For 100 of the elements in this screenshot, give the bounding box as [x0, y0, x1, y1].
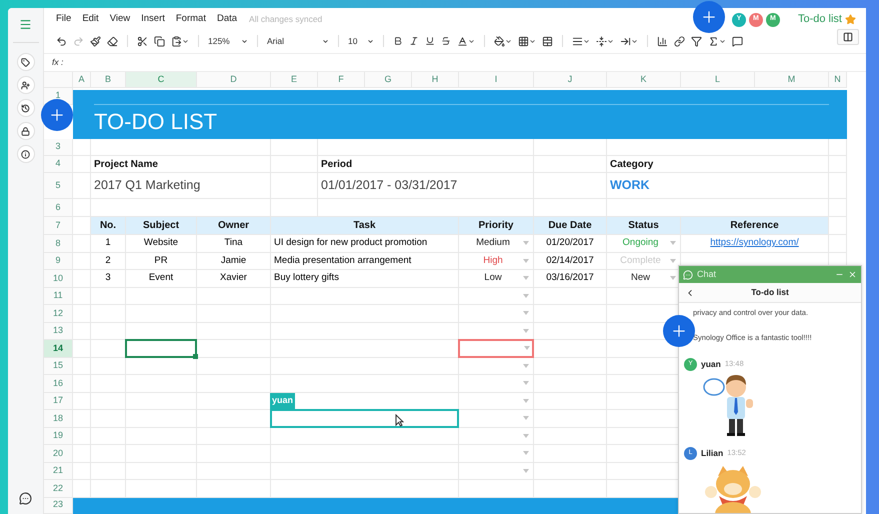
column-header[interactable]: I: [459, 72, 534, 88]
history-button[interactable]: [16, 99, 34, 117]
info-icon[interactable]: [21, 150, 30, 158]
menu-item[interactable]: Insert: [141, 12, 165, 27]
sheet-title: TO-DO LIST: [94, 109, 218, 135]
cut-icon[interactable]: [137, 36, 148, 46]
menu-icon[interactable]: [19, 18, 32, 31]
panel-toggle-button[interactable]: [837, 29, 859, 45]
row-number[interactable]: 3: [44, 139, 73, 156]
panel-icon[interactable]: [843, 32, 853, 42]
column-header[interactable]: L: [681, 72, 755, 88]
row-number[interactable]: 20: [44, 445, 73, 462]
font-size-dropdown[interactable]: 10: [348, 34, 374, 48]
font-dropdown[interactable]: Arial: [267, 34, 329, 48]
column-header[interactable]: G: [365, 72, 412, 88]
close-icon[interactable]: [848, 270, 857, 279]
caret-icon[interactable]: [322, 38, 329, 44]
caret-icon[interactable]: [529, 38, 536, 44]
lock-icon[interactable]: [21, 126, 30, 136]
table-cell: Xavier: [197, 270, 271, 288]
user-add-button[interactable]: [16, 76, 34, 94]
caret-icon[interactable]: [367, 38, 374, 44]
row-number[interactable]: 23: [44, 498, 73, 514]
borders-icon[interactable]: [518, 36, 529, 46]
row-number[interactable]: 18: [44, 410, 73, 428]
column-header[interactable]: H: [412, 72, 459, 88]
row-number[interactable]: 22: [44, 480, 73, 498]
chart-icon[interactable]: [657, 36, 668, 46]
chat-icon[interactable]: [19, 492, 32, 505]
column-header[interactable]: F: [318, 72, 365, 88]
column-header[interactable]: M: [755, 72, 829, 88]
collaborator-tag: yuan: [270, 393, 296, 409]
menu-item[interactable]: Edit: [82, 12, 99, 27]
fill-color-icon[interactable]: [494, 36, 505, 46]
caret-icon[interactable]: [182, 38, 189, 44]
row-number[interactable]: 10: [44, 270, 73, 288]
history-icon[interactable]: [21, 104, 30, 112]
menu-item[interactable]: View: [110, 12, 130, 27]
row-number[interactable]: 15: [44, 358, 73, 375]
row-number[interactable]: 19: [44, 428, 73, 445]
row-number[interactable]: 6: [44, 199, 73, 217]
text-wrap-icon[interactable]: [620, 36, 631, 46]
row-number[interactable]: 7: [44, 217, 73, 235]
column-header[interactable]: C: [126, 72, 197, 88]
column-header[interactable]: D: [197, 72, 271, 88]
priority-value: High: [482, 254, 504, 268]
paint-format-icon[interactable]: [90, 36, 101, 46]
row-number[interactable]: 17: [44, 392, 73, 410]
caret-icon[interactable]: [505, 38, 512, 44]
caret-icon[interactable]: [631, 38, 638, 44]
link-icon[interactable]: [674, 36, 685, 46]
undo-icon[interactable]: [56, 36, 67, 46]
eraser-icon[interactable]: [107, 36, 118, 46]
row-number[interactable]: 13: [44, 322, 73, 340]
copy-icon[interactable]: [154, 36, 165, 46]
row-number[interactable]: 11: [44, 288, 73, 305]
row-number[interactable]: 8: [44, 235, 73, 252]
column-header[interactable]: E: [271, 72, 318, 88]
menu-item[interactable]: Format: [176, 12, 206, 27]
column-header[interactable]: B: [91, 72, 126, 88]
caret-icon[interactable]: [241, 38, 248, 44]
row-number[interactable]: 14: [44, 340, 73, 358]
row-number[interactable]: 12: [44, 305, 73, 322]
vertical-align-icon[interactable]: [596, 36, 607, 46]
zoom-dropdown[interactable]: 125%: [208, 34, 248, 48]
tag-button[interactable]: [16, 53, 34, 71]
paste-icon[interactable]: [171, 36, 182, 46]
caret-icon[interactable]: [607, 38, 614, 44]
align-icon[interactable]: [572, 36, 583, 46]
corner-cell[interactable]: [44, 72, 73, 88]
add-button[interactable]: [693, 1, 725, 33]
column-header[interactable]: N: [829, 72, 847, 88]
row-number[interactable]: 4: [44, 156, 73, 173]
merge-cells-icon[interactable]: [542, 36, 553, 46]
comment-icon[interactable]: [732, 36, 743, 46]
underline-icon[interactable]: [425, 36, 435, 46]
row-number[interactable]: 9: [44, 252, 73, 270]
menu-item[interactable]: File: [56, 12, 72, 27]
caret-icon[interactable]: [583, 38, 590, 44]
lock-button[interactable]: [16, 122, 34, 140]
tag-icon[interactable]: [21, 58, 30, 66]
text-color-icon[interactable]: [457, 36, 468, 46]
bold-icon[interactable]: [393, 36, 403, 46]
strikethrough-icon[interactable]: [441, 36, 451, 46]
user-add-icon[interactable]: [21, 80, 30, 90]
info-button[interactable]: [16, 145, 34, 163]
row-number[interactable]: 16: [44, 375, 73, 392]
filter-icon[interactable]: [691, 36, 702, 46]
column-header[interactable]: J: [534, 72, 607, 88]
column-header[interactable]: K: [607, 72, 681, 88]
column-header[interactable]: A: [73, 72, 91, 88]
row-number[interactable]: 5: [44, 173, 73, 199]
reference-link[interactable]: https://synology.com/: [710, 236, 799, 250]
star-icon[interactable]: [845, 14, 856, 25]
menu-item[interactable]: Data: [216, 12, 238, 27]
sum-icon[interactable]: [708, 36, 719, 46]
row-number[interactable]: 21: [44, 462, 73, 480]
italic-icon[interactable]: [409, 36, 419, 46]
caret-icon[interactable]: [719, 38, 726, 44]
caret-icon[interactable]: [468, 38, 475, 44]
